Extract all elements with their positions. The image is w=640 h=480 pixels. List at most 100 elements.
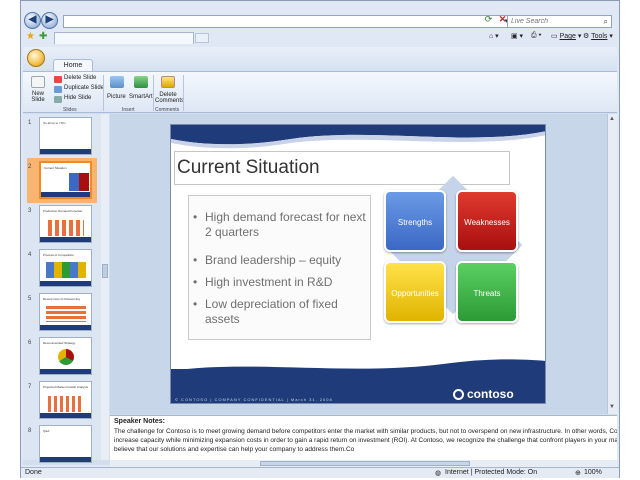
swot-weaknesses[interactable]: Weaknesses [456, 190, 518, 252]
address-bar[interactable]: ▾ [63, 15, 511, 28]
refresh-icon[interactable]: ⟳ [482, 14, 495, 27]
status-text: Done [25, 469, 42, 476]
smartart-button[interactable]: SmartArt [129, 94, 153, 100]
bullet-item: High investment in R&D [193, 275, 375, 290]
search-input[interactable] [508, 16, 588, 27]
add-favorite-icon[interactable]: ✚ [39, 31, 47, 42]
tab-home[interactable]: Home [53, 59, 93, 71]
thumbnail-title: Recommended Strategy [43, 341, 76, 345]
slide-title: Current Situation [177, 157, 320, 178]
contoso-logo: contoso [467, 387, 514, 401]
ribbon-tabs: Home [23, 47, 617, 71]
new-tab-button[interactable] [195, 33, 209, 43]
smartart-icon[interactable] [134, 76, 148, 88]
globe-icon: ◍ [435, 470, 442, 477]
thumbnail-number: 4 [28, 252, 32, 258]
thumbnail-title: Current Situation [44, 166, 67, 170]
thumbnail-number: 2 [28, 164, 32, 170]
print-icon[interactable]: ⎙ ▾ [531, 32, 542, 40]
search-box[interactable]: ⌕ [507, 15, 612, 28]
thumbnail-title: Projected Market Growth Analysis [43, 385, 89, 389]
thumbnail-title: Production Demand Forecast [43, 209, 83, 213]
slide-thumbnail[interactable]: 7 Projected Market Growth Analysis [27, 381, 107, 421]
search-icon[interactable]: ⌕ [604, 17, 608, 27]
slide-footer-text: © CONTOSO | COMPANY CONFIDENTIAL | March… [175, 397, 333, 402]
thumbnail-frame: It's all up to YOU [39, 117, 92, 155]
swot-threats[interactable]: Threats [456, 261, 518, 323]
thumbnail-footer-bar [40, 369, 91, 374]
thumbnail-cycle-graphic [58, 349, 74, 365]
scroll-down-icon[interactable]: ▼ [609, 404, 615, 410]
thumbnail-chart-graphic [48, 396, 84, 412]
thumbnail-swot-graphic [69, 173, 89, 191]
current-slide[interactable]: Current Situation High demand forecast f… [170, 124, 546, 404]
thumbnail-title: Q&A [43, 429, 50, 433]
thumbnail-number: 1 [28, 120, 32, 126]
hide-slide-button[interactable]: Hide Slide [64, 95, 91, 101]
thumbnail-number: 7 [28, 384, 32, 390]
security-zone[interactable]: Internet | Protected Mode: On [445, 469, 537, 476]
speaker-notes-title: Speaker Notes: [114, 418, 165, 425]
home-icon[interactable]: ⌂ ▾ [489, 32, 499, 40]
powerpoint-app: Home New Slide Delete Slide Duplicate Sl… [23, 47, 617, 467]
duplicate-slide-button[interactable]: Duplicate Slide [64, 85, 104, 91]
thumbnail-number: 5 [28, 296, 32, 302]
contoso-logo-icon [453, 389, 464, 400]
slide-vertical-scrollbar[interactable]: ▲ ▼ [607, 114, 617, 414]
favorites-star-icon[interactable]: ★ [26, 31, 35, 42]
speaker-notes-pane[interactable]: Speaker Notes: The challenge for Contoso… [110, 415, 617, 460]
slide-thumbnail-selected[interactable]: 2 Current Situation [27, 158, 107, 203]
hide-slide-icon [54, 96, 62, 103]
thumbnail-number: 8 [28, 428, 32, 434]
bullet-item: High demand forecast for next 2 quarters [193, 210, 375, 240]
slide-thumbnail[interactable]: 5 Recent Cost of Outsourcing [27, 293, 107, 333]
scroll-up-icon[interactable]: ▲ [609, 116, 615, 122]
new-slide-icon[interactable] [31, 76, 45, 88]
office-button[interactable] [27, 49, 45, 67]
thumbnail-frame: Recent Cost of Outsourcing [39, 293, 92, 331]
picture-button[interactable]: Picture [107, 94, 126, 100]
slide-editing-area: Current Situation High demand forecast f… [110, 114, 607, 414]
feeds-icon[interactable]: ▣ ▾ [511, 32, 523, 40]
bullet-content-placeholder[interactable]: High demand forecast for next 2 quarters… [188, 195, 371, 340]
address-row: ◀ ▶ ▾ ⟳ ✕ ⌕ [21, 11, 619, 31]
browser-window: ◀ ▶ ▾ ⟳ ✕ ⌕ ★ ✚ ⌂ ▾ ▣ ▾ ⎙ ▾ ▭ Page ▾ ⚙ T… [20, 0, 620, 478]
thumbnail-footer-bar [41, 192, 90, 197]
thumbnail-footer-bar [40, 149, 91, 154]
scrollbar-thumb[interactable] [260, 461, 470, 466]
slide-thumbnail[interactable]: 3 Production Demand Forecast [27, 205, 107, 245]
slide-thumbnail[interactable]: 6 Recommended Strategy [27, 337, 107, 377]
picture-icon[interactable] [110, 76, 124, 88]
bullet-item: Brand leadership – equity [193, 253, 375, 268]
tools-menu[interactable]: ⚙ Tools ▾ [583, 32, 613, 40]
thumbnail-number: 6 [28, 340, 32, 346]
favorites-row: ★ ✚ ⌂ ▾ ▣ ▾ ⎙ ▾ ▭ Page ▾ ⚙ Tools ▾ [21, 31, 619, 45]
delete-comments-button[interactable]: Delete Comments [155, 92, 184, 104]
swot-strengths[interactable]: Strengths [384, 190, 446, 252]
forward-button[interactable]: ▶ [41, 12, 58, 29]
swot-opportunities[interactable]: Opportunities [384, 261, 446, 323]
slide-thumbnail[interactable]: 1 It's all up to YOU [27, 117, 107, 157]
slide-thumbnail[interactable]: 4 Process of Competition [27, 249, 107, 289]
thumbnails-scrollbar[interactable] [101, 114, 109, 460]
group-divider [103, 75, 104, 111]
delete-comment-icon[interactable] [161, 76, 175, 88]
thumbnail-footer-bar [40, 281, 91, 286]
delete-slide-button[interactable]: Delete Slide [64, 75, 96, 81]
back-button[interactable]: ◀ [24, 12, 41, 29]
zoom-icon: ⊕ [575, 470, 581, 477]
slide-thumbnail[interactable]: 8 Q&A [27, 425, 107, 465]
new-slide-button[interactable]: New Slide [27, 91, 49, 103]
group-label-comments: Comments [155, 107, 180, 113]
forward-arrow-icon: ▶ [45, 14, 54, 25]
duplicate-slide-icon [54, 86, 62, 93]
thumbnail-number: 3 [28, 208, 32, 214]
browser-status-bar: Done ◍ Internet | Protected Mode: On ⊕ 1… [21, 467, 619, 478]
thumbnail-table-graphic [46, 306, 86, 322]
zoom-level[interactable]: 100% [584, 469, 602, 476]
browser-tab[interactable] [54, 32, 194, 44]
slide-title-placeholder[interactable]: Current Situation [174, 151, 510, 185]
page-menu[interactable]: ▭ Page ▾ [551, 32, 581, 40]
scrollbar-thumb[interactable] [102, 264, 108, 278]
notes-horizontal-scrollbar[interactable] [110, 460, 617, 467]
